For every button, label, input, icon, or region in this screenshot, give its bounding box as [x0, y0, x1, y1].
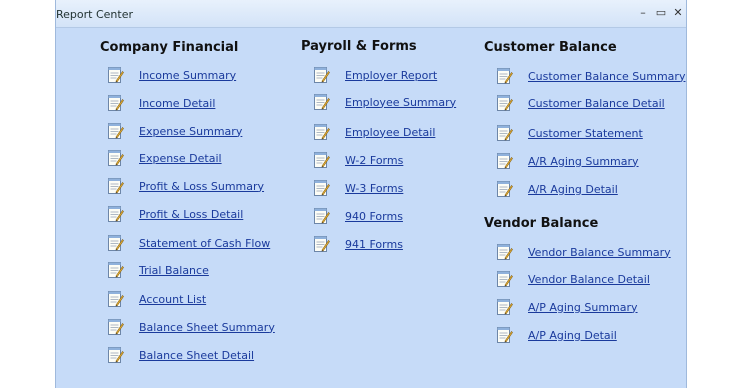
title-bar: Report Center – ▭ ✕	[56, 0, 686, 28]
report-link-expense-summary[interactable]: Expense Summary	[139, 125, 242, 138]
close-button[interactable]: ✕	[671, 6, 685, 19]
report-item-a-p-aging-detail[interactable]: A/P Aging Detail	[496, 325, 617, 345]
report-icon[interactable]	[107, 149, 124, 167]
report-item-customer-balance-detail[interactable]: Customer Balance Detail	[496, 93, 665, 113]
report-item-account-list[interactable]: Account List	[107, 289, 206, 309]
report-item-w-3-forms[interactable]: W-3 Forms	[313, 178, 403, 198]
report-item-expense-detail[interactable]: Expense Detail	[107, 148, 222, 168]
report-item-a-r-aging-detail[interactable]: A/R Aging Detail	[496, 179, 618, 199]
report-icon[interactable]	[107, 261, 124, 279]
report-icon[interactable]	[107, 205, 124, 223]
report-link-a-r-aging-detail[interactable]: A/R Aging Detail	[528, 183, 618, 196]
report-item-a-r-aging-summary[interactable]: A/R Aging Summary	[496, 151, 639, 171]
minimize-button[interactable]: –	[636, 6, 650, 19]
report-item-w-2-forms[interactable]: W-2 Forms	[313, 150, 403, 170]
section-title-payroll-forms: Payroll & Forms	[301, 39, 417, 54]
report-icon[interactable]	[313, 151, 330, 169]
report-link-balance-sheet-summary[interactable]: Balance Sheet Summary	[139, 321, 275, 334]
report-link-940-forms[interactable]: 940 Forms	[345, 210, 403, 223]
report-icon[interactable]	[496, 94, 513, 112]
maximize-button[interactable]: ▭	[654, 6, 668, 19]
report-link-trial-balance[interactable]: Trial Balance	[139, 264, 209, 277]
report-item-a-p-aging-summary[interactable]: A/P Aging Summary	[496, 297, 638, 317]
report-item-income-detail[interactable]: Income Detail	[107, 93, 215, 113]
report-link-income-detail[interactable]: Income Detail	[139, 97, 215, 110]
report-item-trial-balance[interactable]: Trial Balance	[107, 260, 209, 280]
report-icon[interactable]	[313, 93, 330, 111]
report-item-employee-detail[interactable]: Employee Detail	[313, 122, 435, 142]
report-item-vendor-balance-summary[interactable]: Vendor Balance Summary	[496, 242, 671, 262]
report-item-statement-of-cash-flow[interactable]: Statement of Cash Flow	[107, 233, 270, 253]
report-link-vendor-balance-detail[interactable]: Vendor Balance Detail	[528, 273, 650, 286]
report-item-customer-balance-summary[interactable]: Customer Balance Summary	[496, 66, 685, 86]
report-icon[interactable]	[107, 94, 124, 112]
report-item-940-forms[interactable]: 940 Forms	[313, 206, 403, 226]
section-title-company-financial: Company Financial	[100, 40, 239, 55]
report-icon[interactable]	[107, 346, 124, 364]
report-icon[interactable]	[313, 66, 330, 84]
section-title-customer-balance: Customer Balance	[484, 40, 617, 55]
report-link-w-3-forms[interactable]: W-3 Forms	[345, 182, 403, 195]
report-item-profit-and-loss-summary[interactable]: Profit & Loss Summary	[107, 176, 264, 196]
report-link-employee-detail[interactable]: Employee Detail	[345, 126, 435, 139]
report-icon[interactable]	[107, 66, 124, 84]
report-item-expense-summary[interactable]: Expense Summary	[107, 121, 242, 141]
report-icon[interactable]	[496, 326, 513, 344]
report-icon[interactable]	[313, 179, 330, 197]
report-link-profit-and-loss-detail[interactable]: Profit & Loss Detail	[139, 208, 243, 221]
report-link-employee-summary[interactable]: Employee Summary	[345, 96, 456, 109]
report-item-income-summary[interactable]: Income Summary	[107, 65, 236, 85]
report-link-a-r-aging-summary[interactable]: A/R Aging Summary	[528, 155, 639, 168]
report-link-vendor-balance-summary[interactable]: Vendor Balance Summary	[528, 246, 671, 259]
report-icon[interactable]	[496, 243, 513, 261]
report-item-customer-statement[interactable]: Customer Statement	[496, 123, 643, 143]
report-link-income-summary[interactable]: Income Summary	[139, 69, 236, 82]
report-item-balance-sheet-detail[interactable]: Balance Sheet Detail	[107, 345, 254, 365]
report-item-employee-summary[interactable]: Employee Summary	[313, 92, 456, 112]
report-icon[interactable]	[496, 180, 513, 198]
report-link-customer-balance-summary[interactable]: Customer Balance Summary	[528, 70, 685, 83]
report-icon[interactable]	[107, 177, 124, 195]
window-title: Report Center	[56, 8, 133, 21]
report-item-profit-and-loss-detail[interactable]: Profit & Loss Detail	[107, 204, 243, 224]
report-item-balance-sheet-summary[interactable]: Balance Sheet Summary	[107, 317, 275, 337]
report-link-expense-detail[interactable]: Expense Detail	[139, 152, 222, 165]
report-link-w-2-forms[interactable]: W-2 Forms	[345, 154, 403, 167]
report-link-a-p-aging-summary[interactable]: A/P Aging Summary	[528, 301, 638, 314]
report-icon[interactable]	[107, 122, 124, 140]
report-link-profit-and-loss-summary[interactable]: Profit & Loss Summary	[139, 180, 264, 193]
report-icon[interactable]	[107, 234, 124, 252]
report-icon[interactable]	[107, 290, 124, 308]
report-center-window: Report Center – ▭ ✕ Company Financial In…	[55, 0, 687, 388]
report-link-account-list[interactable]: Account List	[139, 293, 206, 306]
report-icon[interactable]	[496, 298, 513, 316]
report-item-employer-report[interactable]: Employer Report	[313, 65, 437, 85]
report-icon[interactable]	[496, 124, 513, 142]
report-icon[interactable]	[313, 207, 330, 225]
report-icon[interactable]	[107, 318, 124, 336]
report-icon[interactable]	[313, 235, 330, 253]
report-item-vendor-balance-detail[interactable]: Vendor Balance Detail	[496, 269, 650, 289]
report-link-941-forms[interactable]: 941 Forms	[345, 238, 403, 251]
report-icon[interactable]	[313, 123, 330, 141]
report-item-941-forms[interactable]: 941 Forms	[313, 234, 403, 254]
report-link-customer-statement[interactable]: Customer Statement	[528, 127, 643, 140]
report-icon[interactable]	[496, 152, 513, 170]
report-icon[interactable]	[496, 67, 513, 85]
report-link-statement-of-cash-flow[interactable]: Statement of Cash Flow	[139, 237, 270, 250]
report-icon[interactable]	[496, 270, 513, 288]
report-link-employer-report[interactable]: Employer Report	[345, 69, 437, 82]
report-link-balance-sheet-detail[interactable]: Balance Sheet Detail	[139, 349, 254, 362]
report-link-a-p-aging-detail[interactable]: A/P Aging Detail	[528, 329, 617, 342]
report-link-customer-balance-detail[interactable]: Customer Balance Detail	[528, 97, 665, 110]
section-title-vendor-balance: Vendor Balance	[484, 216, 599, 231]
